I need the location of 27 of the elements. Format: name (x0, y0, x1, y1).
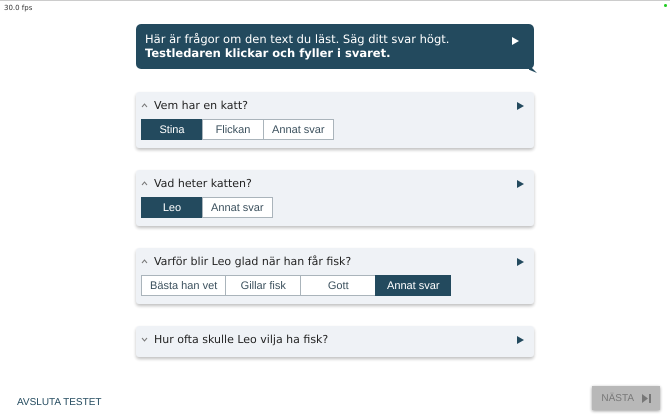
answer-option[interactable]: Annat svar (375, 275, 452, 296)
answer-option[interactable]: Flickan (202, 119, 264, 140)
answer-option[interactable]: Gott (300, 275, 376, 296)
chevron-down-icon[interactable] (141, 337, 148, 342)
chevron-up-icon[interactable] (141, 181, 148, 186)
skip-next-icon (642, 394, 651, 402)
play-icon[interactable] (517, 336, 524, 344)
answer-option[interactable]: Stina (141, 119, 203, 140)
play-icon[interactable] (517, 102, 524, 110)
instruction-text: Här är frågor om den text du läst. Säg ditt svar högt. (145, 32, 450, 46)
play-icon[interactable] (512, 37, 519, 45)
question-text: Hur ofta skulle Leo vilja ha fisk? (154, 333, 330, 346)
quit-test-link[interactable]: AVSLUTA TESTET (17, 397, 102, 408)
question-text: Vad heter katten? (154, 177, 253, 190)
answer-option[interactable]: Annat svar (202, 197, 273, 218)
status-dot-icon (664, 4, 667, 7)
question-text: Vem har en katt? (154, 99, 249, 112)
chevron-up-icon[interactable] (141, 259, 148, 264)
play-icon[interactable] (517, 258, 524, 266)
chevron-up-icon[interactable] (141, 103, 148, 108)
answer-option[interactable]: Bästa han vet (141, 275, 226, 296)
answer-option[interactable]: Gillar fisk (225, 275, 302, 296)
answer-option[interactable]: Leo (141, 197, 203, 218)
play-icon[interactable] (517, 180, 524, 188)
question-text: Varför blir Leo glad när han får fisk? (154, 255, 352, 268)
instruction-text: Testledaren klickar och fyller i svaret. (145, 46, 392, 60)
answer-option[interactable]: Annat svar (263, 119, 334, 140)
